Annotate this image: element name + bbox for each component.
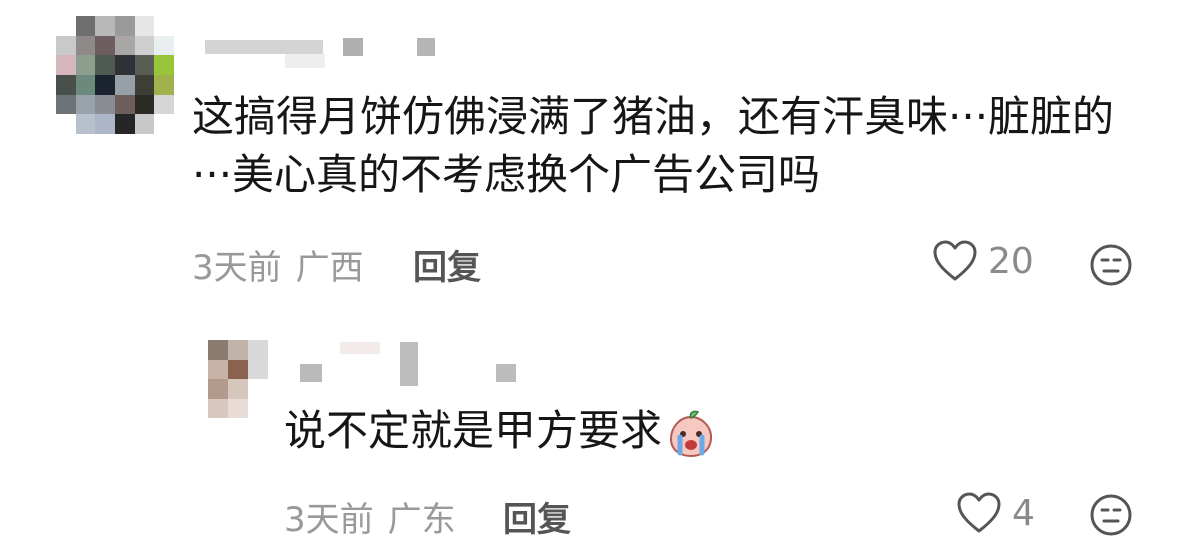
- comment-region: 广西: [295, 248, 364, 288]
- reply-time: 3天前: [284, 500, 374, 540]
- comment-text: 这搞得月饼仿佛浸满了猪油，还有汗臭味···脏脏的···美心真的不考虑换个广告公司…: [192, 92, 1115, 199]
- crying-peach-sticker: [670, 410, 713, 457]
- meh-face-icon[interactable]: [1089, 493, 1133, 537]
- comment-time: 3天前: [192, 248, 282, 288]
- reply-like-button[interactable]: 4: [956, 491, 1035, 535]
- reply-like-count: 4: [1012, 492, 1035, 534]
- reply-avatar[interactable]: [208, 340, 268, 418]
- reply-meta: 3天前 广东: [284, 492, 456, 541]
- reply-username[interactable]: [300, 340, 520, 390]
- comment-meta: 3天前 广西: [192, 240, 364, 289]
- username[interactable]: [205, 36, 445, 76]
- reply-text: 说不定就是甲方要求: [284, 402, 716, 460]
- heart-outline-icon: [933, 240, 977, 281]
- reply-text-content: 说不定就是甲方要求: [284, 406, 663, 455]
- meh-face-icon[interactable]: [1089, 243, 1133, 287]
- reply-button[interactable]: 回复: [413, 240, 481, 289]
- reply-reply-button[interactable]: 回复: [503, 492, 571, 541]
- like-button[interactable]: 20: [932, 239, 1034, 283]
- like-count: 20: [988, 240, 1034, 282]
- reply-region: 广东: [387, 500, 456, 540]
- avatar[interactable]: [56, 16, 174, 134]
- heart-outline-icon: [957, 492, 1001, 533]
